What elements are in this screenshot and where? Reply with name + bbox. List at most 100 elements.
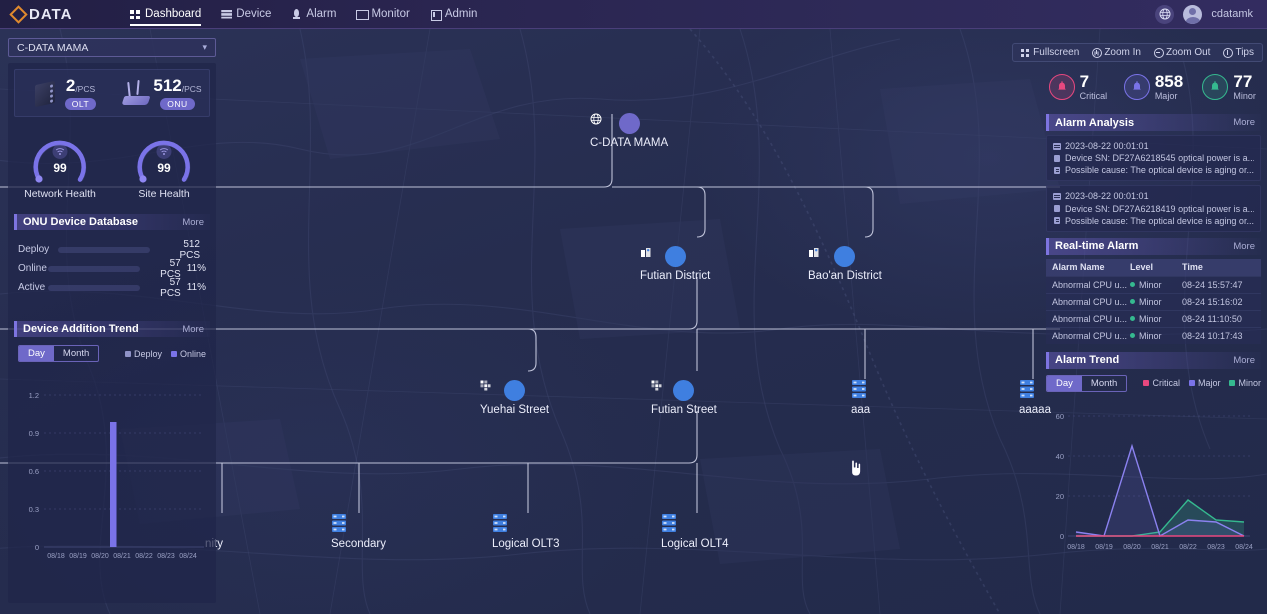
topology-node-label: aaa xyxy=(851,404,871,416)
globe-icon[interactable] xyxy=(1155,4,1175,24)
realtime-alarm-title: Real-time Alarm xyxy=(1055,240,1139,253)
alarm-analysis-card[interactable]: 2023-08-22 00:01:01 Device SN: DF27A6218… xyxy=(1046,185,1261,232)
topology-node-secondary[interactable]: Secondary xyxy=(331,513,386,550)
svg-text:0: 0 xyxy=(35,543,39,552)
topology-node-futian-district[interactable]: Futian District xyxy=(640,246,710,282)
grid-icon xyxy=(130,9,141,20)
device-trend-controls: Day Month Deploy Online xyxy=(18,345,206,362)
minor-label: Minor xyxy=(1233,90,1256,101)
device-trend-more-link[interactable]: More xyxy=(182,324,204,335)
onu-database-more-link[interactable]: More xyxy=(182,217,204,228)
nav-item-alarm[interactable]: Alarm xyxy=(291,0,336,29)
legend-critical: Critical xyxy=(1143,378,1180,388)
topology-node-baoan-district[interactable]: Bao'an District xyxy=(808,246,882,282)
globe-node-icon xyxy=(590,113,640,134)
cell-alarm-name: Abnormal CPU u... xyxy=(1052,279,1128,290)
major-counter[interactable]: 858 Major xyxy=(1116,73,1192,101)
realtime-alarm-more-link[interactable]: More xyxy=(1233,241,1255,252)
zoom-out-button[interactable]: Zoom Out xyxy=(1154,47,1210,58)
device-addition-trend-chart[interactable]: 1.2 0.9 0.6 0.3 0 08/18 08/19 08/20 08/2… xyxy=(8,368,216,558)
admin-icon xyxy=(430,9,442,21)
cell-level: Minor xyxy=(1130,331,1182,341)
fullscreen-button[interactable]: Fullscreen xyxy=(1021,47,1079,58)
topology-node-label: Yuehai Street xyxy=(480,404,550,416)
topology-node-futian-street[interactable]: Futian Street xyxy=(651,380,717,416)
svg-text:08/21: 08/21 xyxy=(113,553,131,558)
cell-time: 08-24 15:16:02 xyxy=(1182,296,1243,307)
map-toolbar: Fullscreen Zoom In Zoom Out Tips xyxy=(1012,43,1263,62)
nav-item-device[interactable]: Device xyxy=(221,0,271,29)
column-level: Level xyxy=(1130,262,1154,273)
nav-item-admin[interactable]: Admin xyxy=(430,0,477,29)
alarm-trend-header: Alarm Trend More xyxy=(1046,351,1261,369)
table-row[interactable]: Abnormal CPU u... Minor 08-24 15:57:47 xyxy=(1046,275,1261,293)
alarm-card-device-row: Device SN: DF27A6218419 optical power is… xyxy=(1053,203,1254,215)
cell-level: Minor xyxy=(1130,297,1182,307)
username-label: cdatamk xyxy=(1211,8,1253,20)
chevron-down-icon: ▾ xyxy=(202,42,207,52)
major-label: Major xyxy=(1154,90,1178,101)
alarm-analysis-card[interactable]: 2023-08-22 00:01:01 Device SN: DF27A6218… xyxy=(1046,135,1261,182)
app-logo[interactable]: DATA xyxy=(9,4,108,24)
alarm-analysis-more-link[interactable]: More xyxy=(1233,117,1255,128)
onu-router-icon xyxy=(119,76,151,110)
onu-bar-row: Online 57 PCS 11% xyxy=(18,258,206,280)
cell-alarm-name: Abnormal CPU u... xyxy=(1052,296,1128,307)
alarm-bell-icon xyxy=(1202,74,1229,100)
cell-time: 08-24 11:10:50 xyxy=(1182,313,1242,324)
table-row[interactable]: Abnormal CPU u... Minor 08-24 11:10:50 xyxy=(1046,309,1261,327)
minor-counter[interactable]: 77 Minor xyxy=(1191,73,1267,101)
site-health-gauge[interactable]: 99 Site Health xyxy=(112,133,216,200)
site-select-dropdown[interactable]: C-DATA MAMA ▾ xyxy=(8,38,216,57)
fullscreen-label: Fullscreen xyxy=(1033,47,1080,58)
nav-item-dashboard[interactable]: Dashboard xyxy=(130,0,202,29)
topology-node-logical-olt4[interactable]: Logical OLT4 xyxy=(661,513,729,550)
svg-text:08/19: 08/19 xyxy=(1095,544,1113,551)
legend-major: Major xyxy=(1188,378,1220,388)
info-icon xyxy=(1223,48,1234,58)
legend-online: Online xyxy=(170,349,206,359)
device-trend-month-tab[interactable]: Month xyxy=(54,346,98,361)
network-health-gauge[interactable]: 99 Network Health xyxy=(8,133,112,200)
fullscreen-icon xyxy=(1021,48,1030,57)
topology-node-logical-olt3[interactable]: Logical OLT3 xyxy=(492,513,560,550)
svg-text:1.2: 1.2 xyxy=(29,391,39,400)
cell-time: 08-24 15:57:47 xyxy=(1182,279,1243,290)
topology-node-aaa[interactable]: aaa xyxy=(851,379,870,416)
topology-node-root[interactable]: C-DATA MAMA xyxy=(590,113,668,149)
onu-database-title: ONU Device Database xyxy=(23,216,138,228)
alarm-card-device: Device SN: DF27A6218545 optical power is… xyxy=(1065,153,1254,164)
alarm-card-time: 2023-08-22 00:01:01 xyxy=(1065,141,1149,151)
device-trend-day-tab[interactable]: Day xyxy=(19,346,54,361)
olt-count-cell[interactable]: 2 /PCS OLT xyxy=(15,76,112,110)
alarm-trend-chart[interactable]: 60 40 20 0 08/18 08/19 08/20 08/21 08/22… xyxy=(1040,396,1267,556)
cell-time: 08-24 10:17:43 xyxy=(1182,330,1243,341)
alarm-trend-day-tab[interactable]: Day xyxy=(1047,375,1082,391)
user-avatar-icon[interactable] xyxy=(1183,4,1203,24)
critical-counter[interactable]: 7 Critical xyxy=(1040,73,1116,101)
site-icon xyxy=(156,144,172,159)
topology-node-label: Futian Street xyxy=(651,404,717,416)
zoom-in-button[interactable]: Zoom In xyxy=(1092,47,1141,58)
topology-node-label: Secondary xyxy=(331,538,386,550)
health-gauges: 99 Network Health 99 Site Health xyxy=(8,133,216,200)
onu-count-cell[interactable]: 512 /PCS ONU xyxy=(112,76,209,110)
bar-value: 57 PCS xyxy=(160,276,181,299)
nav-label: Dashboard xyxy=(145,8,202,20)
device-icon xyxy=(1053,154,1061,162)
bar-track xyxy=(48,284,141,291)
alarm-bell-icon xyxy=(1123,74,1150,100)
onu-database-bars: Deploy 512 PCS Online 57 PCS 11% Active … xyxy=(18,239,206,299)
alarm-card-cause-row: Possible cause: The optical device is ag… xyxy=(1053,164,1254,176)
table-row[interactable]: Abnormal CPU u... Minor 08-24 10:17:43 xyxy=(1046,326,1261,344)
olt-node-icon xyxy=(332,513,367,535)
olt-tag: OLT xyxy=(64,97,97,110)
svg-text:40: 40 xyxy=(1056,452,1064,461)
alarm-trend-month-tab[interactable]: Month xyxy=(1082,376,1126,391)
topology-node-yuehai-street[interactable]: Yuehai Street xyxy=(480,380,549,416)
network-icon xyxy=(52,144,68,159)
alarm-trend-more-link[interactable]: More xyxy=(1233,355,1255,366)
tips-button[interactable]: Tips xyxy=(1223,47,1254,58)
table-row[interactable]: Abnormal CPU u... Minor 08-24 15:16:02 xyxy=(1046,292,1261,310)
nav-item-monitor[interactable]: Monitor xyxy=(356,0,410,29)
